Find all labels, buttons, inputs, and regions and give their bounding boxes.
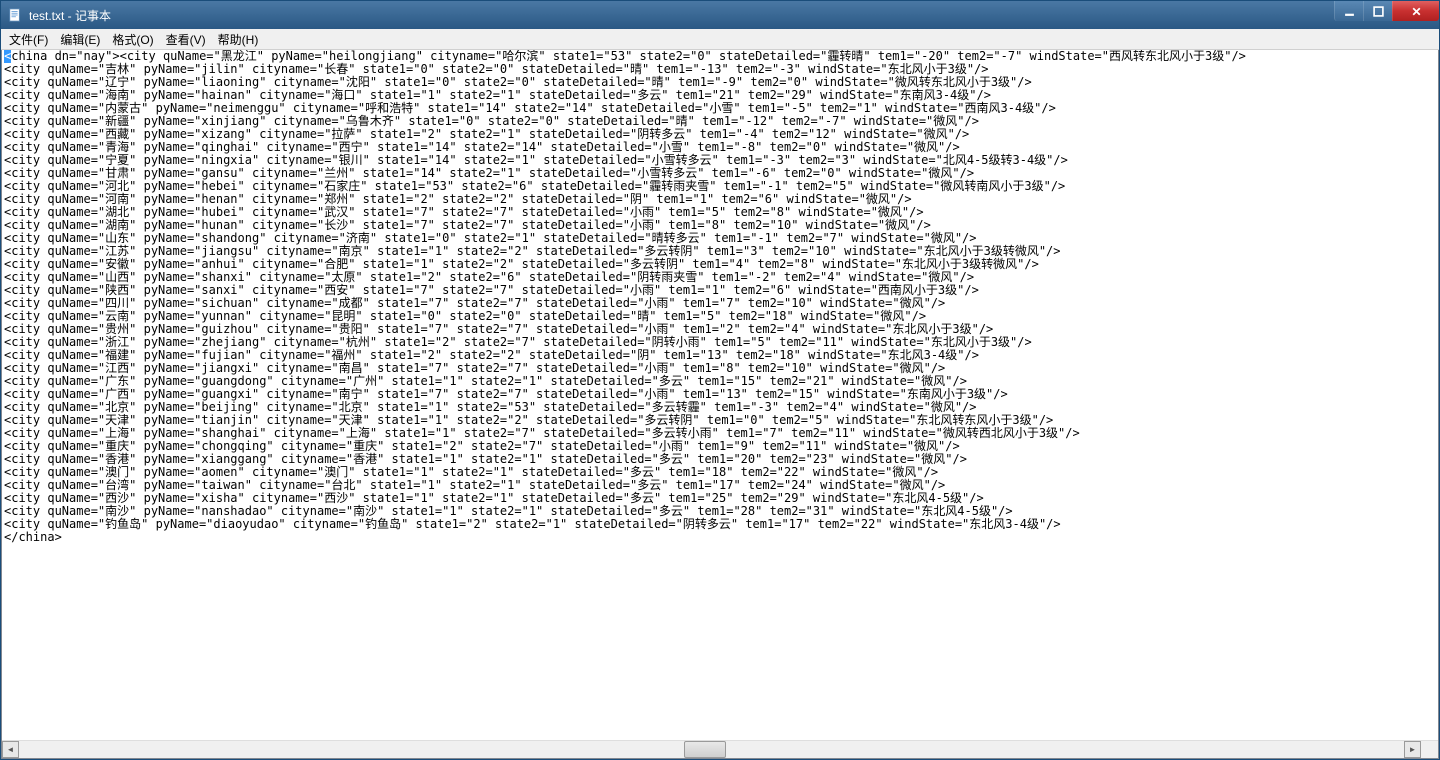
horizontal-scrollbar[interactable]: ◄ ► [2,740,1438,758]
menu-edit[interactable]: 编辑(E) [54,29,106,50]
menu-format[interactable]: 格式(O) [106,29,159,50]
text-area[interactable]: <china dn="nay"><city quName="黑龙江" pyNam… [2,50,1438,544]
window-buttons [1334,1,1439,21]
scroll-thumb[interactable] [684,741,726,758]
close-button[interactable] [1392,1,1439,21]
scroll-track[interactable] [19,741,1404,758]
window-title: test.txt - 记事本 [29,7,111,24]
minimize-button[interactable] [1334,1,1363,21]
menu-file[interactable]: 文件(F) [3,29,54,50]
maximize-button[interactable] [1363,1,1392,21]
notepad-icon [7,7,23,23]
titlebar[interactable]: test.txt - 记事本 [1,1,1439,29]
scroll-left-button[interactable]: ◄ [2,741,19,758]
menu-help[interactable]: 帮助(H) [212,29,265,50]
caret-selection: < [4,50,11,63]
scroll-corner [1421,741,1438,758]
notepad-window: test.txt - 记事本 文件(F) 编辑(E) 格式(O) 查看(V) 帮… [0,0,1440,760]
text-area-container: <china dn="nay"><city quName="黑龙江" pyNam… [1,50,1439,759]
menubar: 文件(F) 编辑(E) 格式(O) 查看(V) 帮助(H) [1,29,1439,50]
menu-view[interactable]: 查看(V) [160,29,212,50]
scroll-right-button[interactable]: ► [1404,741,1421,758]
